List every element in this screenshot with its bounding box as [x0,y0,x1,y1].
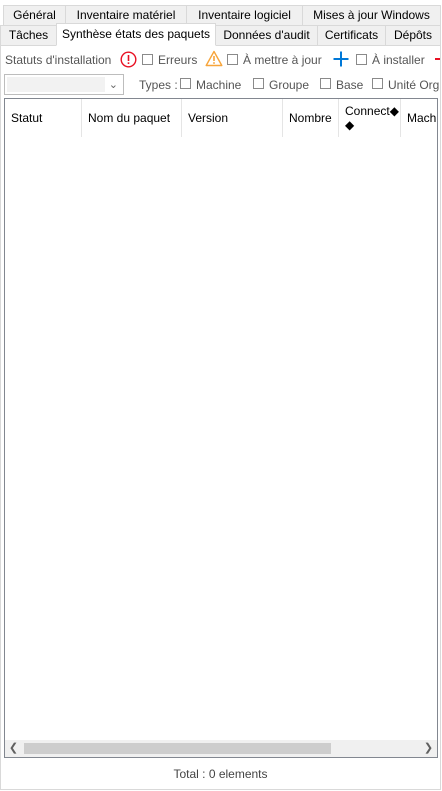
install-status-label: Statuts d'installation [5,53,112,67]
horizontal-scrollbar[interactable]: ❮ ❯ [5,740,437,757]
machine-label: Machine [196,78,242,92]
org-unit-checkbox[interactable] [372,78,383,89]
machine-checkbox[interactable] [180,78,191,89]
base-checkbox[interactable] [320,78,331,89]
scrollbar-thumb[interactable] [24,743,331,754]
scroll-left-icon[interactable]: ❮ [5,740,22,757]
total-count: Total : 0 elements [173,767,268,781]
column-header-count[interactable]: Nombre [283,99,339,137]
combobox-value [7,77,105,92]
column-header-version[interactable]: Version [182,99,283,137]
tab-repositories[interactable]: Dépôts [385,25,441,46]
column-header-package-name[interactable]: Nom du paquet [82,99,182,137]
tab-certificates[interactable]: Certificats [317,25,386,46]
column-header-status[interactable]: Statut [5,99,82,137]
add-icon [333,51,349,67]
column-header-connected[interactable]: Connect◆ ◆ [339,99,401,137]
group-checkbox[interactable] [253,78,264,89]
tab-package-status-summary[interactable]: Synthèse états des paquets [56,23,216,46]
filter-combobox[interactable]: ⌄ [4,74,124,95]
tab-tasks[interactable]: Tâches [0,25,57,46]
grid-header: Statut Nom du paquet Version Nombre Conn… [5,99,437,137]
column-header-machine[interactable]: Mach [401,99,437,137]
chevron-down-icon[interactable]: ⌄ [109,78,118,91]
errors-label: Erreurs [158,53,198,67]
tab-windows-updates[interactable]: Mises à jour Windows [302,5,441,26]
to-update-label: À mettre à jour [243,53,322,67]
to-install-label: À installer [372,53,425,67]
errors-checkbox[interactable] [142,54,153,65]
packages-grid[interactable]: Statut Nom du paquet Version Nombre Conn… [4,98,438,758]
overflow-error-icon [435,58,440,60]
warning-icon [205,50,223,67]
tab-audit-data[interactable]: Données d'audit [215,25,318,46]
types-label: Types : [139,78,178,92]
base-label: Base [336,78,364,92]
org-unit-label: Unité Org [388,78,440,92]
to-install-checkbox[interactable] [356,54,367,65]
group-label: Groupe [269,78,310,92]
scroll-right-icon[interactable]: ❯ [420,740,437,757]
to-update-checkbox[interactable] [227,54,238,65]
error-icon [120,51,137,68]
